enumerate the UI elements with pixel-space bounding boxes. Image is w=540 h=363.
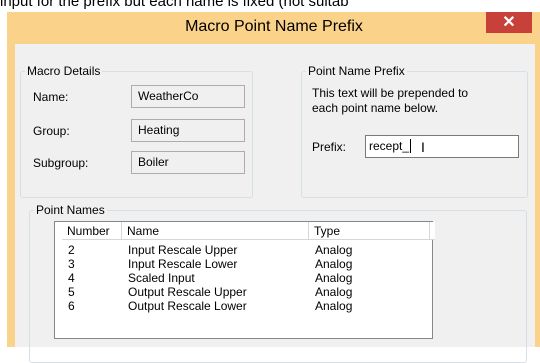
column-header-filler	[430, 222, 435, 240]
text-caret	[410, 139, 412, 153]
title-bar[interactable]: Macro Point Name Prefix ✕	[7, 12, 540, 42]
row-number: 2	[68, 243, 75, 257]
row-number: 6	[68, 299, 75, 313]
group-field: Heating	[131, 119, 245, 142]
row-name: Input Rescale Upper	[128, 243, 238, 257]
macro-details-legend: Macro Details	[27, 64, 101, 78]
close-button[interactable]: ✕	[486, 12, 532, 33]
row-number: 5	[68, 285, 75, 299]
background-document-text: input for the prefix but each name is fi…	[0, 0, 349, 10]
row-name: Scaled Input	[128, 271, 195, 285]
ibeam-cursor-icon: I	[421, 139, 425, 155]
row-type: Analog	[315, 299, 353, 313]
subgroup-field: Boiler	[131, 151, 245, 174]
row-name: Input Rescale Lower	[128, 257, 238, 271]
row-number: 3	[68, 257, 75, 271]
dialog-title: Macro Point Name Prefix	[185, 18, 363, 35]
row-number: 4	[68, 271, 75, 285]
row-name: Output Rescale Upper	[128, 285, 247, 299]
close-icon: ✕	[502, 14, 516, 31]
row-type: Analog	[315, 243, 353, 257]
prefix-description-line2: each point name below.	[312, 101, 439, 115]
point-names-legend: Point Names	[36, 203, 105, 217]
point-name-prefix-legend: Point Name Prefix	[308, 64, 405, 78]
prefix-input[interactable]: recept_	[365, 135, 519, 158]
point-names-table[interactable]: Number Name Type 2 Input Rescale Upper A…	[54, 221, 435, 339]
name-field: WeatherCo	[131, 85, 245, 108]
point-name-prefix-group: Point Name Prefix	[301, 64, 528, 198]
row-type: Analog	[315, 257, 353, 271]
row-name: Output Rescale Lower	[128, 299, 247, 313]
column-header-type[interactable]: Type	[309, 222, 430, 240]
prefix-input-value: recept_	[369, 139, 410, 153]
subgroup-label: Subgroup:	[33, 156, 89, 170]
group-label: Group:	[33, 124, 70, 138]
prefix-description-line1: This text will be prepended to	[312, 86, 469, 100]
row-type: Analog	[315, 271, 353, 285]
name-label: Name:	[33, 90, 69, 104]
prefix-label: Prefix:	[312, 140, 347, 154]
row-type: Analog	[315, 285, 353, 299]
column-header-number[interactable]: Number	[62, 222, 122, 240]
column-header-name[interactable]: Name	[122, 222, 309, 240]
